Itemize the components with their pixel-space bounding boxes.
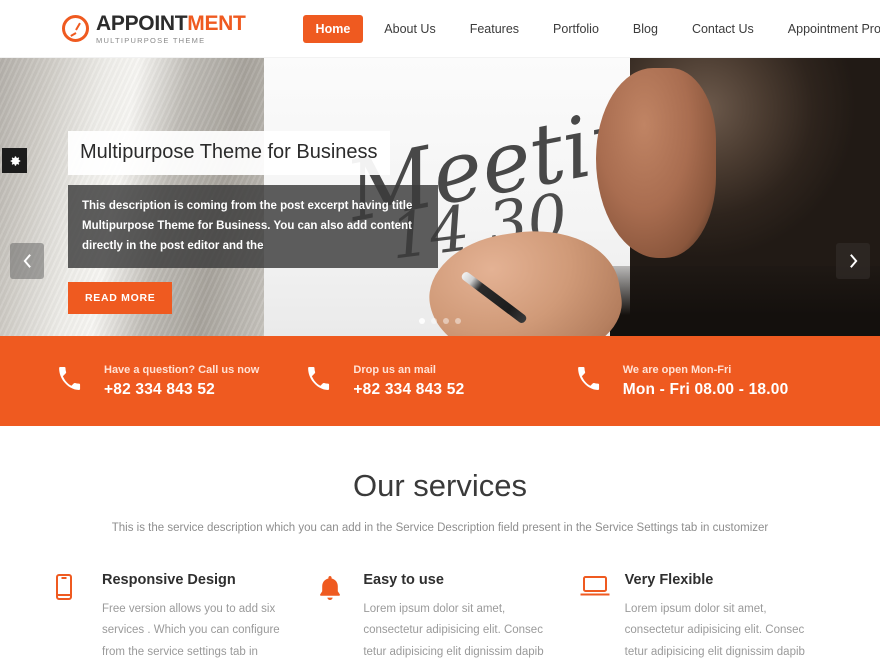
gear-icon[interactable] xyxy=(2,148,27,173)
services-section: Our services This is the service descrip… xyxy=(0,426,880,660)
info-label: Drop us an mail xyxy=(353,363,436,376)
nav-item-home[interactable]: Home xyxy=(302,14,364,43)
chevron-right-icon xyxy=(849,254,857,268)
phone-icon xyxy=(56,366,90,396)
info-label: Have a question? Call us now xyxy=(104,363,260,376)
info-value: Mon - Fri 08.00 - 18.00 xyxy=(622,380,789,398)
service-text-block: Very Flexible Lorem ipsum dolor sit amet… xyxy=(625,572,824,660)
logo-tagline: MULTIPURPOSE THEME xyxy=(96,35,206,45)
bell-icon xyxy=(317,572,363,660)
service-text: Free version allows you to add six servi… xyxy=(102,603,280,658)
info-label: We are open Mon-Fri xyxy=(622,363,732,376)
slider-dot[interactable] xyxy=(431,318,437,324)
phone-icon xyxy=(305,366,339,396)
logo-name-dark: APPOINT xyxy=(96,11,188,35)
site-logo[interactable]: APPOINTMENT MULTIPURPOSE THEME xyxy=(62,13,246,45)
info-text-hours: We are open Mon-Fri Mon - Fri 08.00 - 18… xyxy=(623,364,789,399)
info-block-mail: Drop us an mail +82 334 843 52 xyxy=(293,364,554,399)
service-title: Very Flexible xyxy=(624,572,714,588)
info-block-hours: We are open Mon-Fri Mon - Fri 08.00 - 18… xyxy=(555,364,824,399)
hero-title: Multipurpose Theme for Business xyxy=(68,131,390,175)
service-item-responsive-design: Responsive Design Free version allows yo… xyxy=(56,572,301,660)
service-item-easy-to-use: Easy to use Lorem ipsum dolor sit amet, … xyxy=(317,572,562,660)
slider-dot[interactable] xyxy=(419,318,425,324)
service-text: Lorem ipsum dolor sit amet, consectetur … xyxy=(624,603,805,658)
page-root: APPOINTMENT MULTIPURPOSE THEME Home Abou… xyxy=(0,0,880,660)
main-navigation: Home About Us Features Portfolio Blog Co… xyxy=(302,14,880,43)
logo-name-accent: MENT xyxy=(187,11,246,35)
slider-prev-button[interactable] xyxy=(10,243,44,279)
nav-item-contact-us[interactable]: Contact Us xyxy=(679,15,767,43)
service-text: Lorem ipsum dolor sit amet, consectetur … xyxy=(363,603,544,658)
chevron-left-icon xyxy=(23,254,31,268)
logo-title: APPOINTMENT xyxy=(96,13,246,34)
clock-icon xyxy=(62,15,89,42)
contact-info-bar: Have a question? Call us now +82 334 843… xyxy=(0,336,880,426)
site-header: APPOINTMENT MULTIPURPOSE THEME Home Abou… xyxy=(0,0,880,58)
nav-item-portfolio[interactable]: Portfolio xyxy=(540,15,612,43)
laptop-icon xyxy=(579,572,625,660)
hero-slide-content: Multipurpose Theme for Business This des… xyxy=(68,131,458,315)
info-text-mail: Drop us an mail +82 334 843 52 xyxy=(353,364,464,399)
services-title: Our services xyxy=(353,468,527,503)
hero-description: This description is coming from the post… xyxy=(68,185,438,269)
nav-item-blog[interactable]: Blog xyxy=(620,15,671,43)
service-text-block: Easy to use Lorem ipsum dolor sit amet, … xyxy=(363,572,562,660)
nav-item-about-us[interactable]: About Us xyxy=(371,15,448,43)
hero-slider: Meeting 14.30 Multipurpose Theme for Bus… xyxy=(0,58,880,336)
service-title: Easy to use xyxy=(363,572,444,588)
slider-next-button[interactable] xyxy=(836,243,870,279)
logo-text: APPOINTMENT MULTIPURPOSE THEME xyxy=(96,13,246,45)
service-item-very-flexible: Very Flexible Lorem ipsum dolor sit amet… xyxy=(579,572,824,660)
slider-pagination xyxy=(419,318,461,324)
slider-dot[interactable] xyxy=(443,318,449,324)
services-description: This is the service description which yo… xyxy=(111,522,769,534)
mobile-icon xyxy=(56,572,102,660)
phone-icon xyxy=(575,366,609,396)
service-text-block: Responsive Design Free version allows yo… xyxy=(102,572,301,660)
nav-item-features[interactable]: Features xyxy=(457,15,532,43)
info-text-call: Have a question? Call us now +82 334 843… xyxy=(104,364,259,399)
info-value: +82 334 843 52 xyxy=(353,380,465,398)
services-grid: Responsive Design Free version allows yo… xyxy=(0,572,880,660)
info-block-call: Have a question? Call us now +82 334 843… xyxy=(56,364,293,399)
read-more-button[interactable]: READ MORE xyxy=(68,282,173,315)
slider-dot[interactable] xyxy=(455,318,461,324)
nav-item-appointment-pro[interactable]: Appointment Pro xyxy=(775,15,880,43)
info-value: +82 334 843 52 xyxy=(104,380,215,398)
service-title: Responsive Design xyxy=(102,572,236,588)
